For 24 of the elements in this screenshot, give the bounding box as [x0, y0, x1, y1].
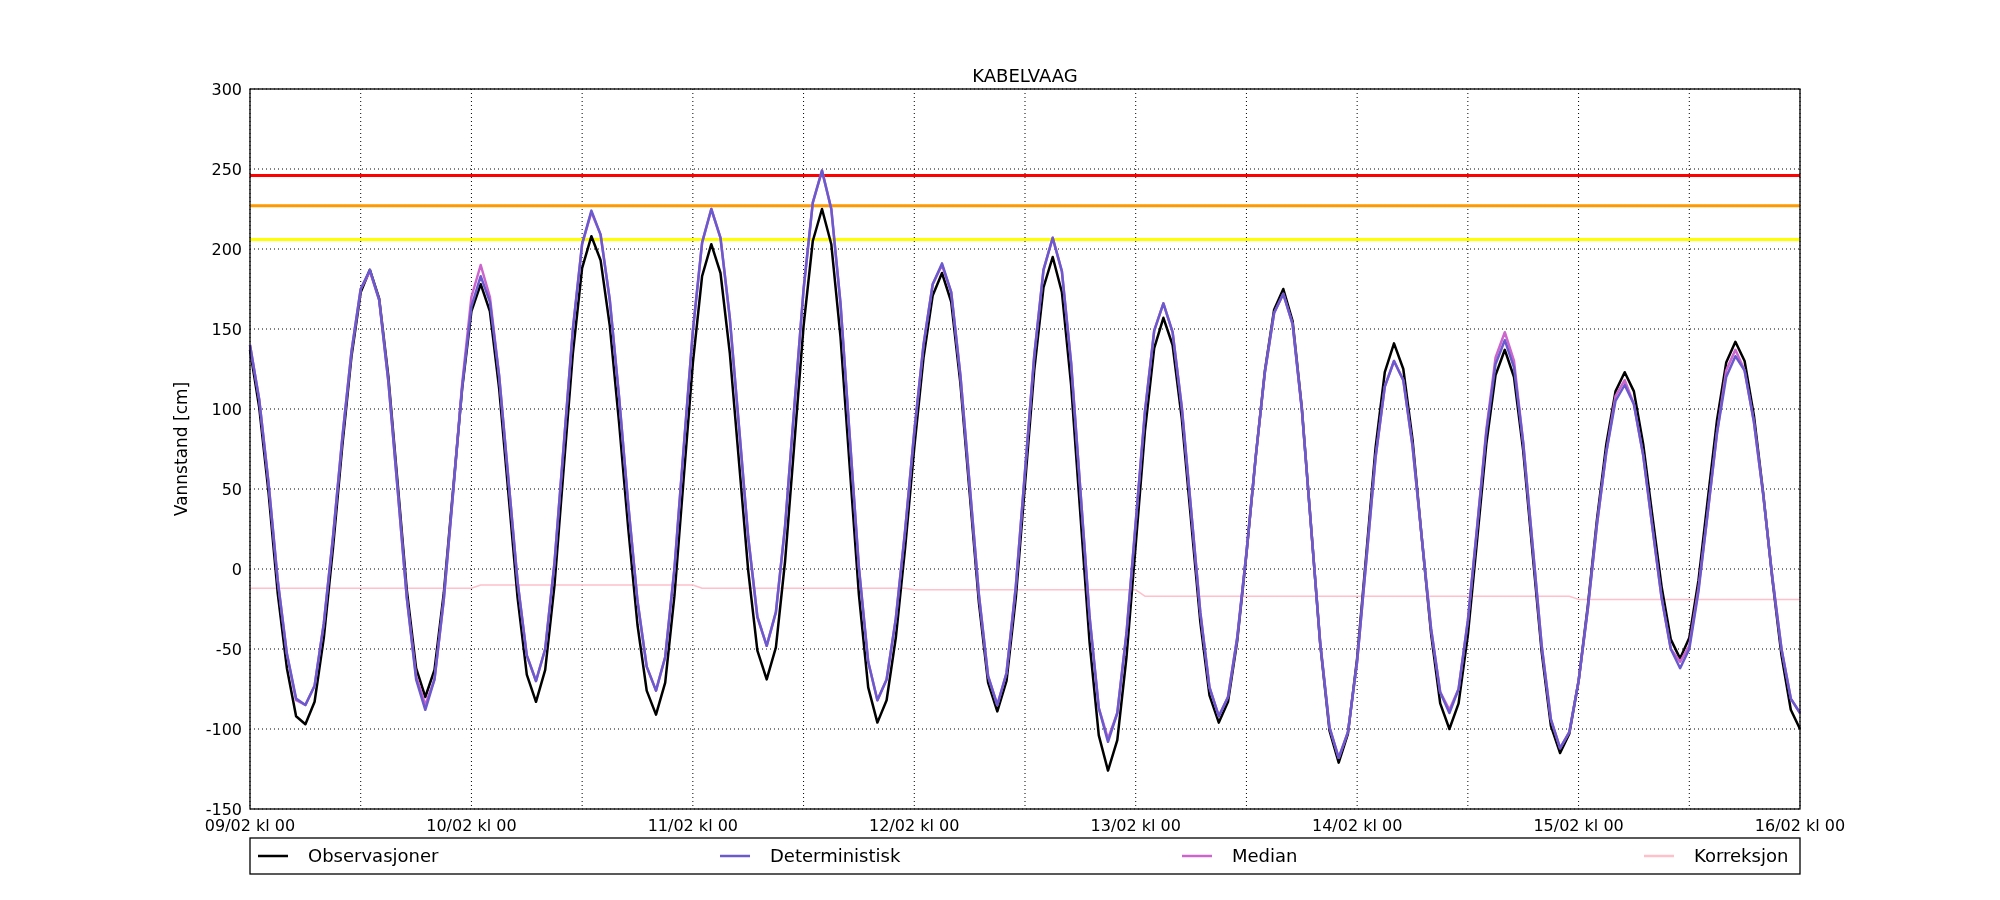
y-tick-label: 200 — [211, 240, 242, 259]
x-tick-label: 14/02 kl 00 — [1311, 816, 1403, 835]
x-tick-label: 13/02 kl 00 — [1090, 816, 1181, 835]
y-tick-label: -150 — [205, 800, 242, 819]
y-tick-label: 100 — [211, 400, 242, 419]
x-tick-label: 10/02 kl 00 — [426, 816, 517, 835]
x-tick-label: 12/02 kl 00 — [869, 816, 960, 835]
x-tick-label: 16/02 kl 00 — [1754, 816, 1846, 835]
y-tick-label: -50 — [215, 640, 242, 659]
legend-label: Observasjoner — [308, 845, 439, 866]
chart-title: KABELVAAG — [972, 65, 1078, 86]
legend-label: Deterministisk — [770, 845, 901, 866]
legend-label: Korreksjon — [1694, 845, 1789, 866]
x-tick-label: 11/02 kl 00 — [647, 816, 739, 835]
y-tick-label: -100 — [205, 720, 242, 739]
x-tick-label: 15/02 kl 00 — [1533, 816, 1624, 835]
y-tick-label: 0 — [231, 560, 242, 579]
y-tick-label: 300 — [211, 80, 242, 99]
y-tick-label: 50 — [221, 480, 242, 499]
legend-label: Median — [1232, 845, 1298, 866]
x-tick-label: 09/02 kl 00 — [204, 816, 296, 835]
y-tick-label: 250 — [211, 160, 242, 179]
y-tick-label: 150 — [211, 320, 242, 339]
y-axis-label: Vannstand [cm] — [171, 381, 191, 517]
